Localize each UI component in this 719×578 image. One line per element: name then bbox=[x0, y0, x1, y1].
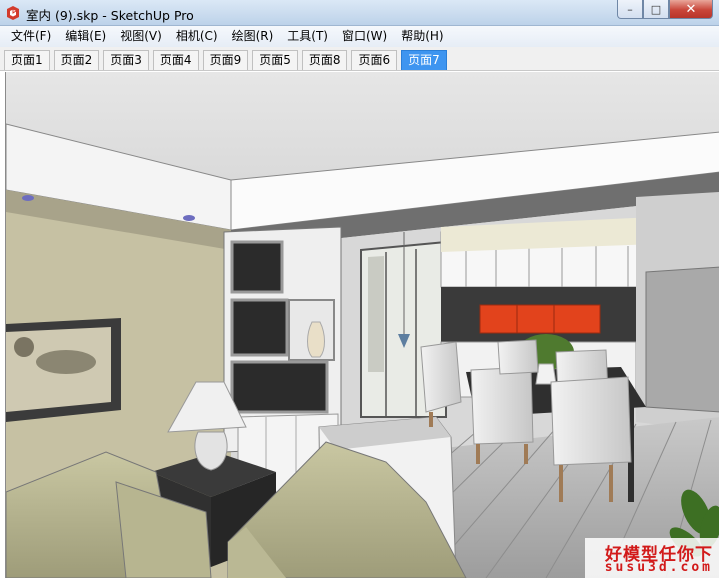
scene-tab-9[interactable]: 页面9 bbox=[202, 50, 249, 70]
window-controls: – □ ✕ bbox=[617, 0, 713, 19]
scene-tab-1[interactable]: 页面1 bbox=[4, 50, 50, 70]
menu-bar: 文件(F) 编辑(E) 视图(V) 相机(C) 绘图(R) 工具(T) 窗口(W… bbox=[0, 26, 719, 47]
scene-tab-bar: 页面1 页面2 页面3 页面4 页面9 页面5 页面8 页面6 页面7 bbox=[0, 47, 719, 71]
menu-help[interactable]: 帮助(H) bbox=[394, 26, 450, 47]
scene-tab-5[interactable]: 页面5 bbox=[252, 50, 298, 70]
menu-window[interactable]: 窗口(W) bbox=[335, 26, 394, 47]
interior-scene bbox=[6, 72, 719, 578]
maximize-button[interactable]: □ bbox=[643, 0, 669, 19]
menu-draw[interactable]: 绘图(R) bbox=[225, 26, 281, 47]
watermark: 好模型任你下 susu3d.com bbox=[585, 538, 719, 578]
menu-tools[interactable]: 工具(T) bbox=[280, 26, 335, 47]
menu-view[interactable]: 视图(V) bbox=[113, 26, 169, 47]
minimize-button[interactable]: – bbox=[617, 0, 643, 19]
close-button[interactable]: ✕ bbox=[669, 0, 713, 19]
menu-file[interactable]: 文件(F) bbox=[4, 26, 58, 47]
window-title: 室内 (9).skp - SketchUp Pro bbox=[26, 8, 194, 23]
scene-tab-8[interactable]: 页面8 bbox=[301, 50, 348, 70]
sketchup-logo-icon bbox=[7, 6, 19, 20]
scene-tab-6[interactable]: 页面6 bbox=[351, 50, 398, 70]
watermark-url: susu3d.com bbox=[604, 560, 713, 575]
scene-tab-3[interactable]: 页面3 bbox=[103, 50, 149, 70]
scene-tab-4[interactable]: 页面4 bbox=[152, 50, 199, 70]
scene-tab-7-active[interactable]: 页面7 bbox=[401, 50, 447, 70]
scene-tab-2[interactable]: 页面2 bbox=[53, 50, 100, 70]
title-bar: 室内 (9).skp - SketchUp Pro – □ ✕ bbox=[0, 0, 719, 26]
model-viewport[interactable] bbox=[5, 72, 719, 578]
menu-edit[interactable]: 编辑(E) bbox=[58, 26, 113, 47]
menu-camera[interactable]: 相机(C) bbox=[169, 26, 225, 47]
